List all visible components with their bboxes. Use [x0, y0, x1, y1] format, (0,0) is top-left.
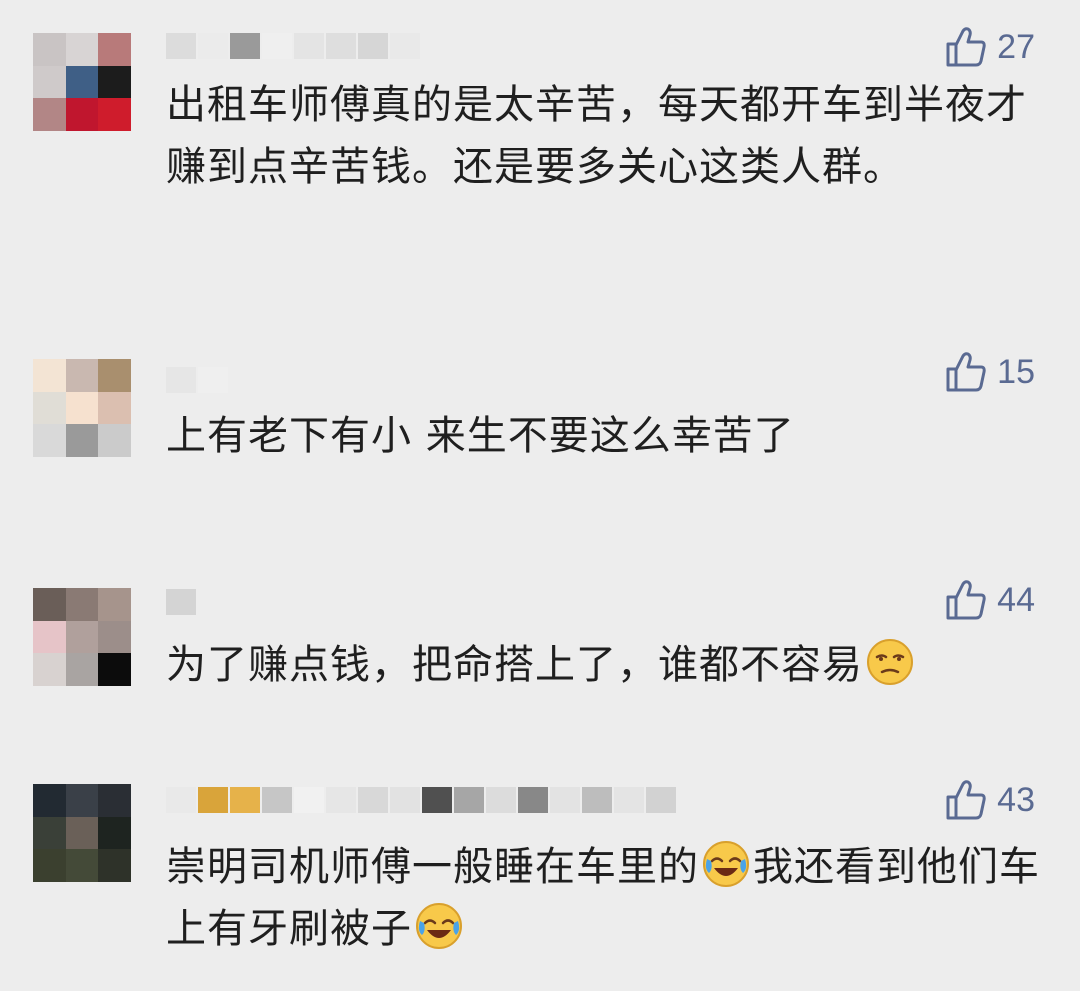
- avatar-pixel: [65, 588, 99, 621]
- avatar-pixel: [33, 849, 66, 882]
- avatar-pixel: [65, 98, 99, 131]
- like-button[interactable]: 15: [945, 350, 1035, 394]
- avatar-pixel: [65, 653, 99, 686]
- avatar-pixel: [33, 816, 66, 850]
- like-count: 27: [997, 27, 1035, 66]
- username-pixel: [358, 33, 388, 59]
- avatar-pixel: [98, 620, 131, 654]
- username-pixel: [294, 787, 324, 813]
- avatar-pixel: [65, 65, 99, 99]
- avatar-pixel: [33, 784, 66, 817]
- avatar-pixel: [65, 391, 99, 425]
- avatar-pixel: [98, 784, 131, 817]
- like-count: 15: [997, 352, 1035, 391]
- avatar-pixel: [65, 359, 99, 392]
- username-pixel: [454, 787, 484, 813]
- like-button[interactable]: 43: [945, 778, 1035, 822]
- avatar-pixel: [98, 33, 131, 66]
- username-pixel: [326, 33, 356, 59]
- username-pixel: [262, 33, 292, 59]
- avatar-pixel: [98, 65, 131, 99]
- comment-text: 崇明司机师傅一般睡在车里的 我还看到他们车上有牙刷被子: [166, 836, 1046, 960]
- username[interactable]: [166, 366, 230, 394]
- username-pixel: [422, 787, 452, 813]
- avatar-pixel: [98, 588, 131, 621]
- avatar-pixel: [98, 653, 131, 686]
- username[interactable]: [166, 786, 678, 814]
- username-pixel: [582, 787, 612, 813]
- username-pixel: [390, 787, 420, 813]
- avatar-pixel: [33, 653, 66, 686]
- username-pixel: [486, 787, 516, 813]
- avatar-pixel: [33, 65, 66, 99]
- thumbs-up-icon: [946, 352, 986, 392]
- avatar-pixel: [98, 391, 131, 425]
- avatar-pixel: [98, 98, 131, 131]
- avatar[interactable]: [33, 33, 131, 131]
- username-pixel: [198, 367, 228, 393]
- avatar-pixel: [33, 424, 66, 457]
- avatar-pixel: [33, 391, 66, 425]
- thumbs-up-icon: [946, 580, 986, 620]
- username-pixel: [550, 787, 580, 813]
- avatar-pixel: [65, 784, 99, 817]
- username-pixel: [166, 589, 196, 615]
- username-pixel: [326, 787, 356, 813]
- avatar-pixel: [65, 816, 99, 850]
- comment-text-body: 为了赚点钱，把命搭上了，谁都不容易: [166, 642, 863, 688]
- crying-laughing-emoji-icon: [416, 903, 462, 949]
- username-pixel: [166, 367, 196, 393]
- thumbs-up-icon: [946, 27, 986, 67]
- avatar-pixel: [98, 816, 131, 850]
- username-pixel: [166, 787, 196, 813]
- avatar[interactable]: [33, 588, 131, 686]
- avatar-pixel: [65, 620, 99, 654]
- avatar-pixel: [33, 359, 66, 392]
- unamused-emoji-icon: [867, 639, 913, 685]
- username-pixel: [262, 787, 292, 813]
- username-pixel: [614, 787, 644, 813]
- username-pixel: [390, 33, 420, 59]
- avatar-pixel: [33, 620, 66, 654]
- username[interactable]: [166, 32, 422, 60]
- avatar-pixel: [65, 33, 99, 66]
- comment-text: 上有老下有小 来生不要这么幸苦了: [166, 413, 795, 459]
- like-count: 43: [997, 780, 1035, 819]
- avatar[interactable]: [33, 359, 131, 457]
- comment-text: 出租车师傅真的是太辛苦，每天都开车到半夜才赚到点辛苦钱。还是要多关心这类人群。: [166, 82, 1027, 190]
- comment-text-part1: 崇明司机师傅一般睡在车里的: [166, 844, 699, 890]
- avatar-pixel: [33, 98, 66, 131]
- username[interactable]: [166, 588, 198, 616]
- avatar-pixel: [65, 424, 99, 457]
- avatar-pixel: [98, 849, 131, 882]
- avatar-pixel: [98, 359, 131, 392]
- username-pixel: [294, 33, 324, 59]
- username-pixel: [198, 33, 228, 59]
- like-button[interactable]: 27: [945, 25, 1035, 69]
- username-pixel: [230, 33, 260, 59]
- username-pixel: [230, 787, 260, 813]
- avatar[interactable]: [33, 784, 131, 882]
- like-count: 44: [997, 580, 1035, 619]
- username-pixel: [518, 787, 548, 813]
- avatar-pixel: [65, 849, 99, 882]
- crying-laughing-emoji-icon: [703, 841, 749, 887]
- username-pixel: [646, 787, 676, 813]
- avatar-pixel: [98, 424, 131, 457]
- comment-text: 为了赚点钱，把命搭上了，谁都不容易: [166, 634, 1046, 696]
- username-pixel: [166, 33, 196, 59]
- username-pixel: [358, 787, 388, 813]
- like-button[interactable]: 44: [945, 578, 1035, 622]
- avatar-pixel: [33, 33, 66, 66]
- thumbs-up-icon: [946, 780, 986, 820]
- avatar-pixel: [33, 588, 66, 621]
- username-pixel: [198, 787, 228, 813]
